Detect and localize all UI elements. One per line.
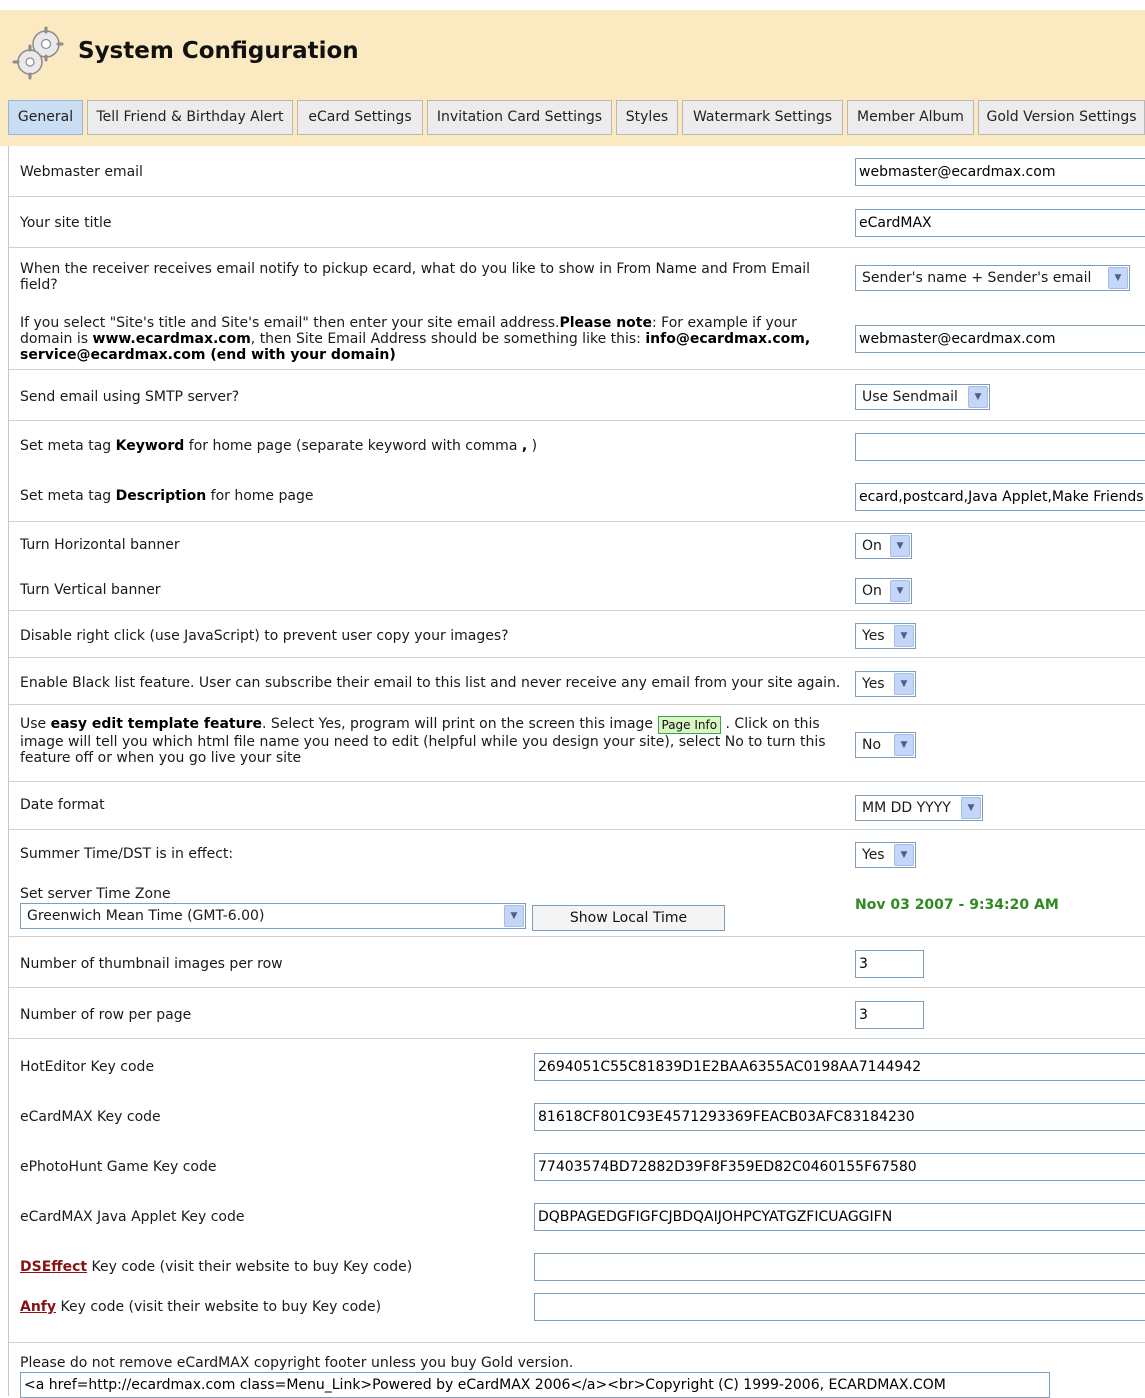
chevron-down-icon: ▼ bbox=[894, 844, 914, 866]
rows-per-page-input[interactable]: 3 bbox=[855, 1001, 924, 1029]
thumbs-per-row-input[interactable]: 3 bbox=[855, 950, 924, 978]
ephotohunt-key-input[interactable]: 77403574BD72882D39F8F359ED82C0460155F675… bbox=[534, 1153, 1145, 1181]
tab-watermark-settings[interactable]: Watermark Settings bbox=[682, 100, 843, 135]
chevron-down-icon: ▼ bbox=[894, 625, 914, 647]
setting-row: HotEditor Key code 2694051C55C81839D1E2B… bbox=[9, 1039, 1145, 1343]
timezone-select[interactable]: Greenwich Mean Time (GMT-6.00) ▼ bbox=[20, 903, 526, 929]
tab-general[interactable]: General bbox=[8, 100, 83, 135]
dseffect-link[interactable]: DSEffect bbox=[20, 1259, 87, 1275]
tab-styles[interactable]: Styles bbox=[616, 100, 678, 135]
webmaster-email-input[interactable]: webmaster@ecardmax.com bbox=[855, 158, 1145, 186]
chevron-down-icon: ▼ bbox=[894, 734, 914, 756]
page-header: System Configuration bbox=[0, 10, 1145, 90]
setting-label: Enable Black list feature. User can subs… bbox=[20, 675, 841, 691]
setting-row: Webmaster email webmaster@ecardmax.com bbox=[9, 146, 1145, 197]
anfy-key-label: Anfy Key code (visit their website to bu… bbox=[20, 1299, 382, 1315]
setting-label: Summer Time/DST is in effect: bbox=[20, 846, 234, 862]
setting-row: Your site title eCardMAX bbox=[9, 197, 1145, 248]
chevron-down-icon: ▼ bbox=[961, 797, 981, 819]
setting-label: Your site title bbox=[20, 215, 112, 231]
copyright-footer-input[interactable]: <a href=http://ecardmax.com class=Menu_L… bbox=[20, 1372, 1050, 1398]
setting-row: Send email using SMTP server? Use Sendma… bbox=[9, 370, 1145, 421]
anfy-link[interactable]: Anfy bbox=[20, 1299, 56, 1315]
setting-label: eCardMAX Key code bbox=[20, 1109, 161, 1125]
chevron-down-icon: ▼ bbox=[968, 386, 988, 408]
setting-row: Number of thumbnail images per row 3 bbox=[9, 937, 1145, 988]
tab-tell-friend-birthday[interactable]: Tell Friend & Birthday Alert bbox=[87, 100, 293, 135]
setting-label: Set server Time Zone bbox=[20, 886, 171, 902]
setting-label: Webmaster email bbox=[20, 164, 143, 180]
settings-panel: Webmaster email webmaster@ecardmax.com Y… bbox=[8, 146, 1145, 1398]
setting-row: When the receiver receives email notify … bbox=[9, 248, 1145, 370]
tab-invitation-card-settings[interactable]: Invitation Card Settings bbox=[427, 100, 612, 135]
ecardmax-key-input[interactable]: 81618CF801C93E4571293369FEACB03AFC831842… bbox=[534, 1103, 1145, 1131]
gears-icon bbox=[12, 26, 64, 80]
chevron-down-icon: ▼ bbox=[894, 673, 914, 695]
chevron-down-icon: ▼ bbox=[890, 580, 910, 602]
page-title: System Configuration bbox=[78, 38, 359, 64]
show-local-time-button[interactable]: Show Local Time bbox=[532, 905, 725, 931]
site-email-label: If you select "Site's title and Site's e… bbox=[20, 315, 811, 363]
smtp-select[interactable]: Use Sendmail ▼ bbox=[855, 384, 990, 410]
meta-description-input[interactable]: ecard,postcard,Java Applet,Make Friends bbox=[855, 483, 1145, 511]
black-list-select[interactable]: Yes ▼ bbox=[855, 671, 916, 697]
page-info-badge[interactable]: Page Info bbox=[657, 716, 722, 734]
setting-label: eCardMAX Java Applet Key code bbox=[20, 1209, 245, 1225]
tab-bar: General Tell Friend & Birthday Alert eCa… bbox=[0, 90, 1145, 146]
dseffect-key-label: DSEffect Key code (visit their website t… bbox=[20, 1259, 413, 1275]
setting-label: Number of row per page bbox=[20, 1007, 192, 1023]
disable-right-click-select[interactable]: Yes ▼ bbox=[855, 623, 916, 649]
setting-row: Disable right click (use JavaScript) to … bbox=[9, 611, 1145, 658]
meta-description-label: Set meta tag Description for home page bbox=[20, 488, 314, 504]
setting-label: Turn Vertical banner bbox=[20, 582, 161, 598]
hoteditor-key-input[interactable]: 2694051C55C81839D1E2BAA6355AC0198AA71449… bbox=[534, 1053, 1145, 1081]
vertical-banner-select[interactable]: On ▼ bbox=[855, 578, 912, 604]
setting-row: Summer Time/DST is in effect: Yes ▼ Set s… bbox=[9, 830, 1145, 937]
site-title-input[interactable]: eCardMAX bbox=[855, 209, 1145, 237]
anfy-key-input[interactable] bbox=[534, 1293, 1145, 1321]
setting-row: Use easy edit template feature. Select Y… bbox=[9, 705, 1145, 782]
tab-ecard-settings[interactable]: eCard Settings bbox=[297, 100, 423, 135]
dst-select[interactable]: Yes ▼ bbox=[855, 842, 916, 868]
site-email-input[interactable]: webmaster@ecardmax.com bbox=[855, 325, 1145, 353]
setting-label: Disable right click (use JavaScript) to … bbox=[20, 628, 509, 644]
tab-member-album[interactable]: Member Album bbox=[847, 100, 974, 135]
meta-keyword-label: Set meta tag Keyword for home page (sepa… bbox=[20, 438, 538, 454]
from-name-select[interactable]: Sender's name + Sender's email ▼ bbox=[855, 265, 1130, 291]
setting-label: HotEditor Key code bbox=[20, 1059, 155, 1075]
setting-label: When the receiver receives email notify … bbox=[20, 261, 811, 293]
java-applet-key-input[interactable]: DQBPAGEDGFIGFCJBDQAIJOHPCYATGZFICUAGGIFN bbox=[534, 1203, 1145, 1231]
tab-gold-version-settings[interactable]: Gold Version Settings bbox=[978, 100, 1145, 135]
setting-row: Set meta tag Keyword for home page (sepa… bbox=[9, 421, 1145, 522]
setting-row: Enable Black list feature. User can subs… bbox=[9, 658, 1145, 705]
easy-edit-label: Use easy edit template feature. Select Y… bbox=[20, 716, 826, 766]
setting-row: Please do not remove eCardMAX copyright … bbox=[9, 1343, 1145, 1398]
chevron-down-icon: ▼ bbox=[504, 905, 524, 927]
chevron-down-icon: ▼ bbox=[1108, 267, 1128, 289]
dseffect-key-input[interactable] bbox=[534, 1253, 1145, 1281]
setting-label: Number of thumbnail images per row bbox=[20, 956, 283, 972]
horizontal-banner-select[interactable]: On ▼ bbox=[855, 533, 912, 559]
setting-row: Number of row per page 3 bbox=[9, 988, 1145, 1039]
server-clock: Nov 03 2007 - 9:34:20 AM bbox=[855, 897, 1059, 913]
date-format-select[interactable]: MM DD YYYY ▼ bbox=[855, 795, 983, 821]
easy-edit-select[interactable]: No ▼ bbox=[855, 732, 916, 758]
setting-row: Turn Horizontal banner On ▼ Turn Vertical… bbox=[9, 522, 1145, 611]
setting-row: Date format MM DD YYYY ▼ bbox=[9, 782, 1145, 830]
setting-label: ePhotoHunt Game Key code bbox=[20, 1159, 217, 1175]
setting-label: Turn Horizontal banner bbox=[20, 537, 180, 553]
setting-label: Date format bbox=[20, 797, 105, 813]
chevron-down-icon: ▼ bbox=[890, 535, 910, 557]
meta-keyword-input[interactable] bbox=[855, 433, 1145, 461]
setting-label: Send email using SMTP server? bbox=[20, 389, 240, 405]
setting-label: Please do not remove eCardMAX copyright … bbox=[20, 1355, 574, 1371]
